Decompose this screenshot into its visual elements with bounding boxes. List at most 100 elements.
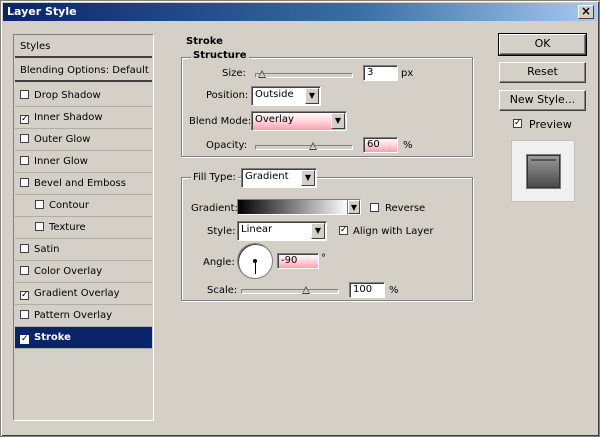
styles-list-item-label: Outer Glow (34, 134, 91, 145)
style-label: Style: (207, 226, 236, 237)
size-unit: px (401, 68, 414, 79)
opacity-label: Opacity: (206, 140, 248, 151)
styles-list-item-label: Bevel and Emboss (34, 178, 126, 189)
close-button[interactable]: × (578, 5, 594, 19)
position-select[interactable]: Outside ▼ (251, 86, 321, 106)
structure-title: Structure (191, 50, 249, 61)
styles-list-item-label: Gradient Overlay (34, 288, 120, 299)
fill-type-select[interactable]: Gradient ▼ (241, 168, 317, 188)
styles-list-item-label: Color Overlay (34, 266, 103, 277)
style-checkbox[interactable]: ✓ (20, 115, 29, 124)
angle-dial-center (253, 259, 257, 263)
angle-input[interactable]: -90 (277, 253, 319, 269)
opacity-slider[interactable] (255, 142, 353, 151)
angle-dial[interactable] (237, 243, 273, 279)
styles-list-item-stroke[interactable]: ✓ Stroke (15, 327, 152, 349)
size-slider-thumb[interactable] (258, 70, 267, 79)
new-style-button[interactable]: New Style... (499, 90, 586, 111)
styles-list-item-label: Stroke (34, 332, 71, 343)
styles-list-item-satin[interactable]: Satin (15, 239, 152, 261)
styles-list-item-inner-glow[interactable]: Inner Glow (15, 151, 152, 173)
opacity-slider-thumb[interactable] (309, 142, 318, 151)
styles-list: Styles Blending Options: Default Drop Shad… (13, 34, 154, 421)
position-label: Position: (206, 90, 249, 101)
preview-label: Preview (529, 118, 572, 131)
align-with-layer-checkbox[interactable]: ✓ (339, 226, 348, 235)
styles-list-item-pattern-overlay[interactable]: Pattern Overlay (15, 305, 152, 327)
layer-style-dialog: Layer Style × Styles Blending Options: De… (0, 0, 600, 437)
scale-input[interactable]: 100 (349, 282, 385, 298)
window-title: Layer Style (7, 5, 77, 18)
styles-list-item-label: Inner Shadow (34, 112, 103, 123)
styles-list-item-label: Contour (49, 200, 89, 211)
styles-list-item-label: Blending Options: Default (20, 65, 149, 76)
ok-button[interactable]: OK (498, 33, 587, 56)
scale-label: Scale: (207, 285, 238, 296)
preview-swatch (527, 155, 560, 188)
fill-type-dropdown-icon[interactable]: ▼ (301, 170, 315, 186)
style-checkbox[interactable] (20, 90, 29, 99)
styles-list-item-gradient-overlay[interactable]: ✓ Gradient Overlay (15, 283, 152, 305)
style-checkbox[interactable] (20, 156, 29, 165)
styles-list-item-inner-shadow[interactable]: ✓ Inner Shadow (15, 107, 152, 129)
styles-list-item-label: Drop Shadow (34, 90, 101, 101)
size-input[interactable]: 3 (363, 65, 398, 81)
angle-unit: ° (321, 253, 326, 264)
reverse-checkbox[interactable] (370, 203, 379, 212)
reset-button[interactable]: Reset (499, 62, 586, 83)
blend-mode-select[interactable]: Overlay ▼ (251, 111, 347, 131)
scale-slider[interactable] (241, 286, 339, 295)
blend-mode-dropdown-icon[interactable]: ▼ (331, 113, 345, 129)
close-icon: × (580, 4, 592, 18)
fill-group (181, 177, 473, 301)
style-checkbox[interactable] (20, 134, 29, 143)
gradient-dropdown-icon[interactable]: ▼ (348, 200, 360, 214)
styles-list-item-label: Pattern Overlay (34, 310, 113, 321)
style-checkbox[interactable] (35, 200, 44, 209)
align-with-layer-label: Align with Layer (353, 226, 434, 237)
styles-list-item-label: Styles (20, 41, 51, 52)
style-dropdown-icon[interactable]: ▼ (311, 223, 325, 239)
opacity-input[interactable]: 60 (363, 137, 398, 153)
styles-list-item-bevel-and-emboss[interactable]: Bevel and Emboss (15, 173, 152, 195)
styles-list-item-color-overlay[interactable]: Color Overlay (15, 261, 152, 283)
styles-list-item-outer-glow[interactable]: Outer Glow (15, 129, 152, 151)
size-label: Size: (222, 68, 246, 79)
scale-slider-thumb[interactable] (302, 286, 311, 295)
styles-list-item-label: Satin (34, 244, 60, 255)
styles-list-item-label: Inner Glow (34, 156, 88, 167)
opacity-unit: % (403, 140, 413, 151)
position-value: Outside (255, 89, 294, 100)
blend-mode-label: Blend Mode: (189, 116, 252, 127)
style-checkbox[interactable] (20, 310, 29, 319)
stroke-title: Stroke (184, 36, 225, 47)
preview-checkbox[interactable]: ✓ (513, 119, 522, 128)
styles-list-item-styles[interactable]: Styles (15, 36, 152, 58)
angle-label: Angle: (203, 257, 235, 268)
position-dropdown-icon[interactable]: ▼ (305, 88, 319, 104)
gradient-label: Gradient: (191, 203, 238, 214)
fill-type-label: Fill Type: (191, 172, 238, 183)
style-checkbox[interactable] (35, 222, 44, 231)
blend-mode-value: Overlay (255, 114, 294, 125)
gradient-picker[interactable] (237, 199, 349, 215)
fill-type-value: Gradient (245, 171, 289, 182)
title-bar: Layer Style × (3, 3, 597, 21)
style-checkbox[interactable] (20, 266, 29, 275)
styles-list-item-texture[interactable]: Texture (15, 217, 152, 239)
style-checkbox[interactable]: ✓ (20, 291, 29, 300)
scale-unit: % (389, 285, 399, 296)
style-preview (511, 140, 575, 202)
style-value: Linear (241, 224, 273, 235)
style-checkbox[interactable]: ✓ (20, 335, 29, 344)
styles-list-item-blending-options-default[interactable]: Blending Options: Default (15, 60, 152, 82)
styles-list-item-drop-shadow[interactable]: Drop Shadow (15, 85, 152, 107)
style-checkbox[interactable] (20, 244, 29, 253)
styles-list-item-label: Texture (49, 222, 86, 233)
size-slider[interactable] (255, 70, 353, 79)
style-select[interactable]: Linear ▼ (237, 221, 327, 241)
reverse-label: Reverse (385, 203, 426, 214)
styles-list-item-contour[interactable]: Contour (15, 195, 152, 217)
gradient-dropdown[interactable]: ▼ (347, 199, 361, 215)
style-checkbox[interactable] (20, 178, 29, 187)
